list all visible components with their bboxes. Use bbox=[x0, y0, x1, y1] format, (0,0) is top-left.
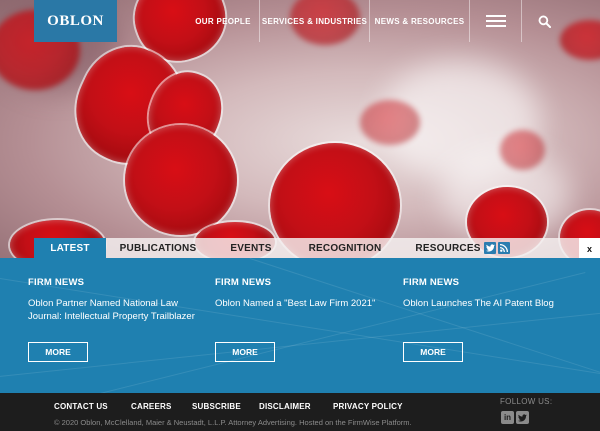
footer-disclaimer[interactable]: DISCLAIMER bbox=[259, 402, 311, 411]
tab-resources[interactable]: RESOURCES bbox=[414, 238, 482, 258]
linkedin-icon[interactable]: in bbox=[501, 411, 514, 424]
blood-cell bbox=[360, 100, 420, 145]
tab-latest[interactable]: LATEST bbox=[34, 238, 106, 258]
close-button[interactable]: x bbox=[579, 238, 600, 260]
news-category: FIRM NEWS bbox=[28, 277, 85, 288]
site-footer: CONTACT US CAREERS SUBSCRIBE DISCLAIMER … bbox=[0, 393, 600, 431]
news-title-link[interactable]: Oblon Partner Named National Law Journal… bbox=[28, 297, 208, 323]
copyright-text: © 2020 Oblon, McClelland, Maier & Neusta… bbox=[54, 418, 412, 427]
news-category: FIRM NEWS bbox=[403, 277, 460, 288]
footer-privacy-policy[interactable]: PRIVACY POLICY bbox=[333, 402, 403, 411]
news-tabs: LATEST PUBLICATIONS EVENTS RECOGNITION R… bbox=[0, 238, 600, 258]
news-title-link[interactable]: Oblon Named a "Best Law Firm 2021" bbox=[215, 297, 395, 310]
follow-us-label: FOLLOW US: bbox=[500, 397, 553, 406]
twitter-icon[interactable] bbox=[516, 411, 529, 424]
footer-subscribe[interactable]: SUBSCRIBE bbox=[192, 402, 241, 411]
tab-events[interactable]: EVENTS bbox=[218, 238, 284, 258]
blood-cell bbox=[500, 130, 545, 170]
tab-publications[interactable]: PUBLICATIONS bbox=[110, 238, 206, 258]
oblon-logo[interactable]: OBLON bbox=[34, 0, 117, 42]
search-button[interactable] bbox=[521, 0, 567, 42]
news-panel: FIRM NEWS Oblon Partner Named National L… bbox=[0, 258, 600, 393]
hamburger-icon bbox=[485, 15, 506, 27]
decor-line bbox=[100, 272, 586, 393]
footer-careers[interactable]: CAREERS bbox=[131, 402, 172, 411]
news-category: FIRM NEWS bbox=[215, 277, 272, 288]
menu-toggle[interactable] bbox=[469, 0, 521, 42]
rss-icon[interactable] bbox=[498, 242, 510, 254]
footer-contact-us[interactable]: CONTACT US bbox=[54, 402, 108, 411]
more-button[interactable]: MORE bbox=[28, 342, 88, 362]
twitter-icon[interactable] bbox=[484, 242, 496, 254]
more-button[interactable]: MORE bbox=[215, 342, 275, 362]
more-button[interactable]: MORE bbox=[403, 342, 463, 362]
news-title-link[interactable]: Oblon Launches The AI Patent Blog bbox=[403, 297, 583, 310]
decor-line bbox=[0, 278, 600, 389]
nav-our-people[interactable]: OUR PEOPLE bbox=[187, 0, 259, 42]
nav-services-industries[interactable]: SERVICES & INDUSTRIES bbox=[259, 0, 369, 42]
tab-recognition[interactable]: RECOGNITION bbox=[300, 238, 390, 258]
site-header: OBLON OUR PEOPLE SERVICES & INDUSTRIES N… bbox=[0, 0, 600, 42]
nav-news-resources[interactable]: NEWS & RESOURCES bbox=[369, 0, 469, 42]
blood-cell bbox=[125, 125, 237, 235]
search-icon bbox=[538, 15, 551, 28]
